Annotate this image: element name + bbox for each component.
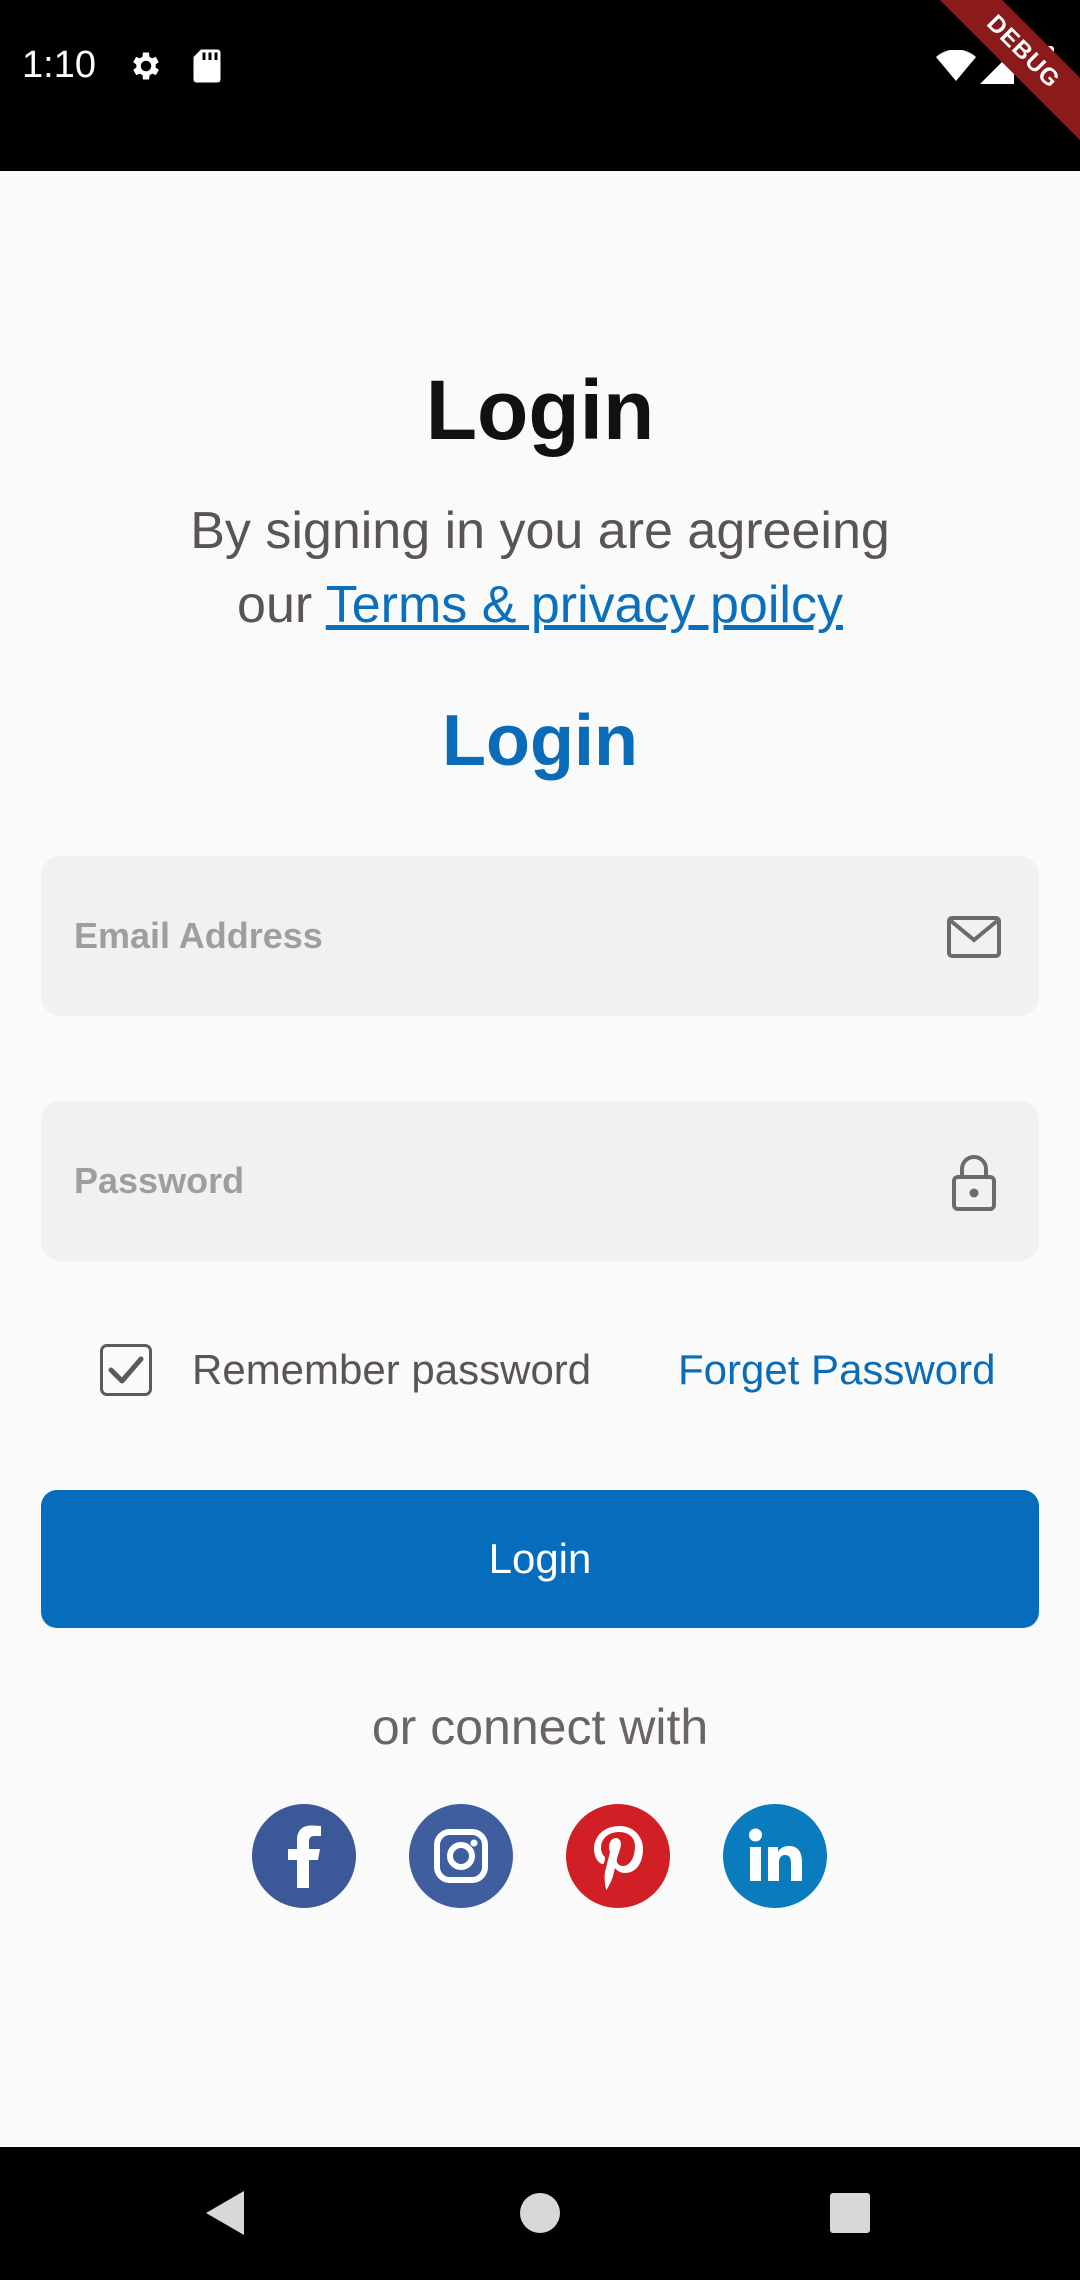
facebook-icon	[252, 1804, 356, 1908]
status-bar: 1:10 DEBUG	[0, 0, 1080, 171]
terms-notice: By signing in you are agreeing our Terms…	[0, 494, 1080, 642]
lock-icon	[952, 1155, 996, 1211]
check-icon	[108, 1356, 144, 1384]
email-field[interactable]	[41, 856, 1039, 1016]
linkedin-button[interactable]	[721, 1802, 829, 1910]
pinterest-icon	[566, 1804, 670, 1908]
status-time: 1:10	[22, 44, 96, 86]
pinterest-button[interactable]	[564, 1802, 672, 1910]
mail-icon	[947, 916, 1001, 958]
home-icon[interactable]	[518, 2191, 562, 2235]
settings-gear-icon	[133, 52, 159, 80]
page-title: Login	[425, 363, 655, 457]
back-icon[interactable]	[200, 2187, 250, 2239]
remember-password-label[interactable]: Remember password	[192, 1346, 591, 1394]
instagram-button[interactable]	[407, 1802, 515, 1910]
remember-row: Remember password Forget Password	[0, 1340, 1080, 1400]
login-button[interactable]: Login	[41, 1490, 1039, 1628]
connect-with-label: or connect with	[371, 1699, 709, 1755]
system-nav-bar	[0, 2147, 1080, 2280]
linkedin-icon	[723, 1804, 827, 1908]
terms-notice-line1: By signing in you are agreeing	[190, 502, 890, 560]
recents-icon[interactable]	[828, 2191, 872, 2235]
login-section-title: Login	[442, 701, 638, 781]
password-input[interactable]	[74, 1101, 934, 1261]
terms-notice-prefix: our	[237, 576, 313, 634]
facebook-button[interactable]	[250, 1802, 358, 1910]
login-screen: 1:10 DEBUG Login By signing in you are a…	[0, 0, 1080, 2280]
sd-card-icon	[193, 49, 221, 83]
terms-notice-line2: our Terms & privacy poilcy	[0, 568, 1080, 642]
instagram-icon	[409, 1804, 513, 1908]
remember-password-checkbox[interactable]	[100, 1344, 152, 1396]
terms-privacy-link[interactable]: Terms & privacy poilcy	[326, 576, 843, 634]
password-field[interactable]	[41, 1101, 1039, 1261]
email-input[interactable]	[74, 856, 934, 1016]
wifi-icon	[936, 50, 976, 81]
forget-password-link[interactable]: Forget Password	[678, 1346, 995, 1394]
